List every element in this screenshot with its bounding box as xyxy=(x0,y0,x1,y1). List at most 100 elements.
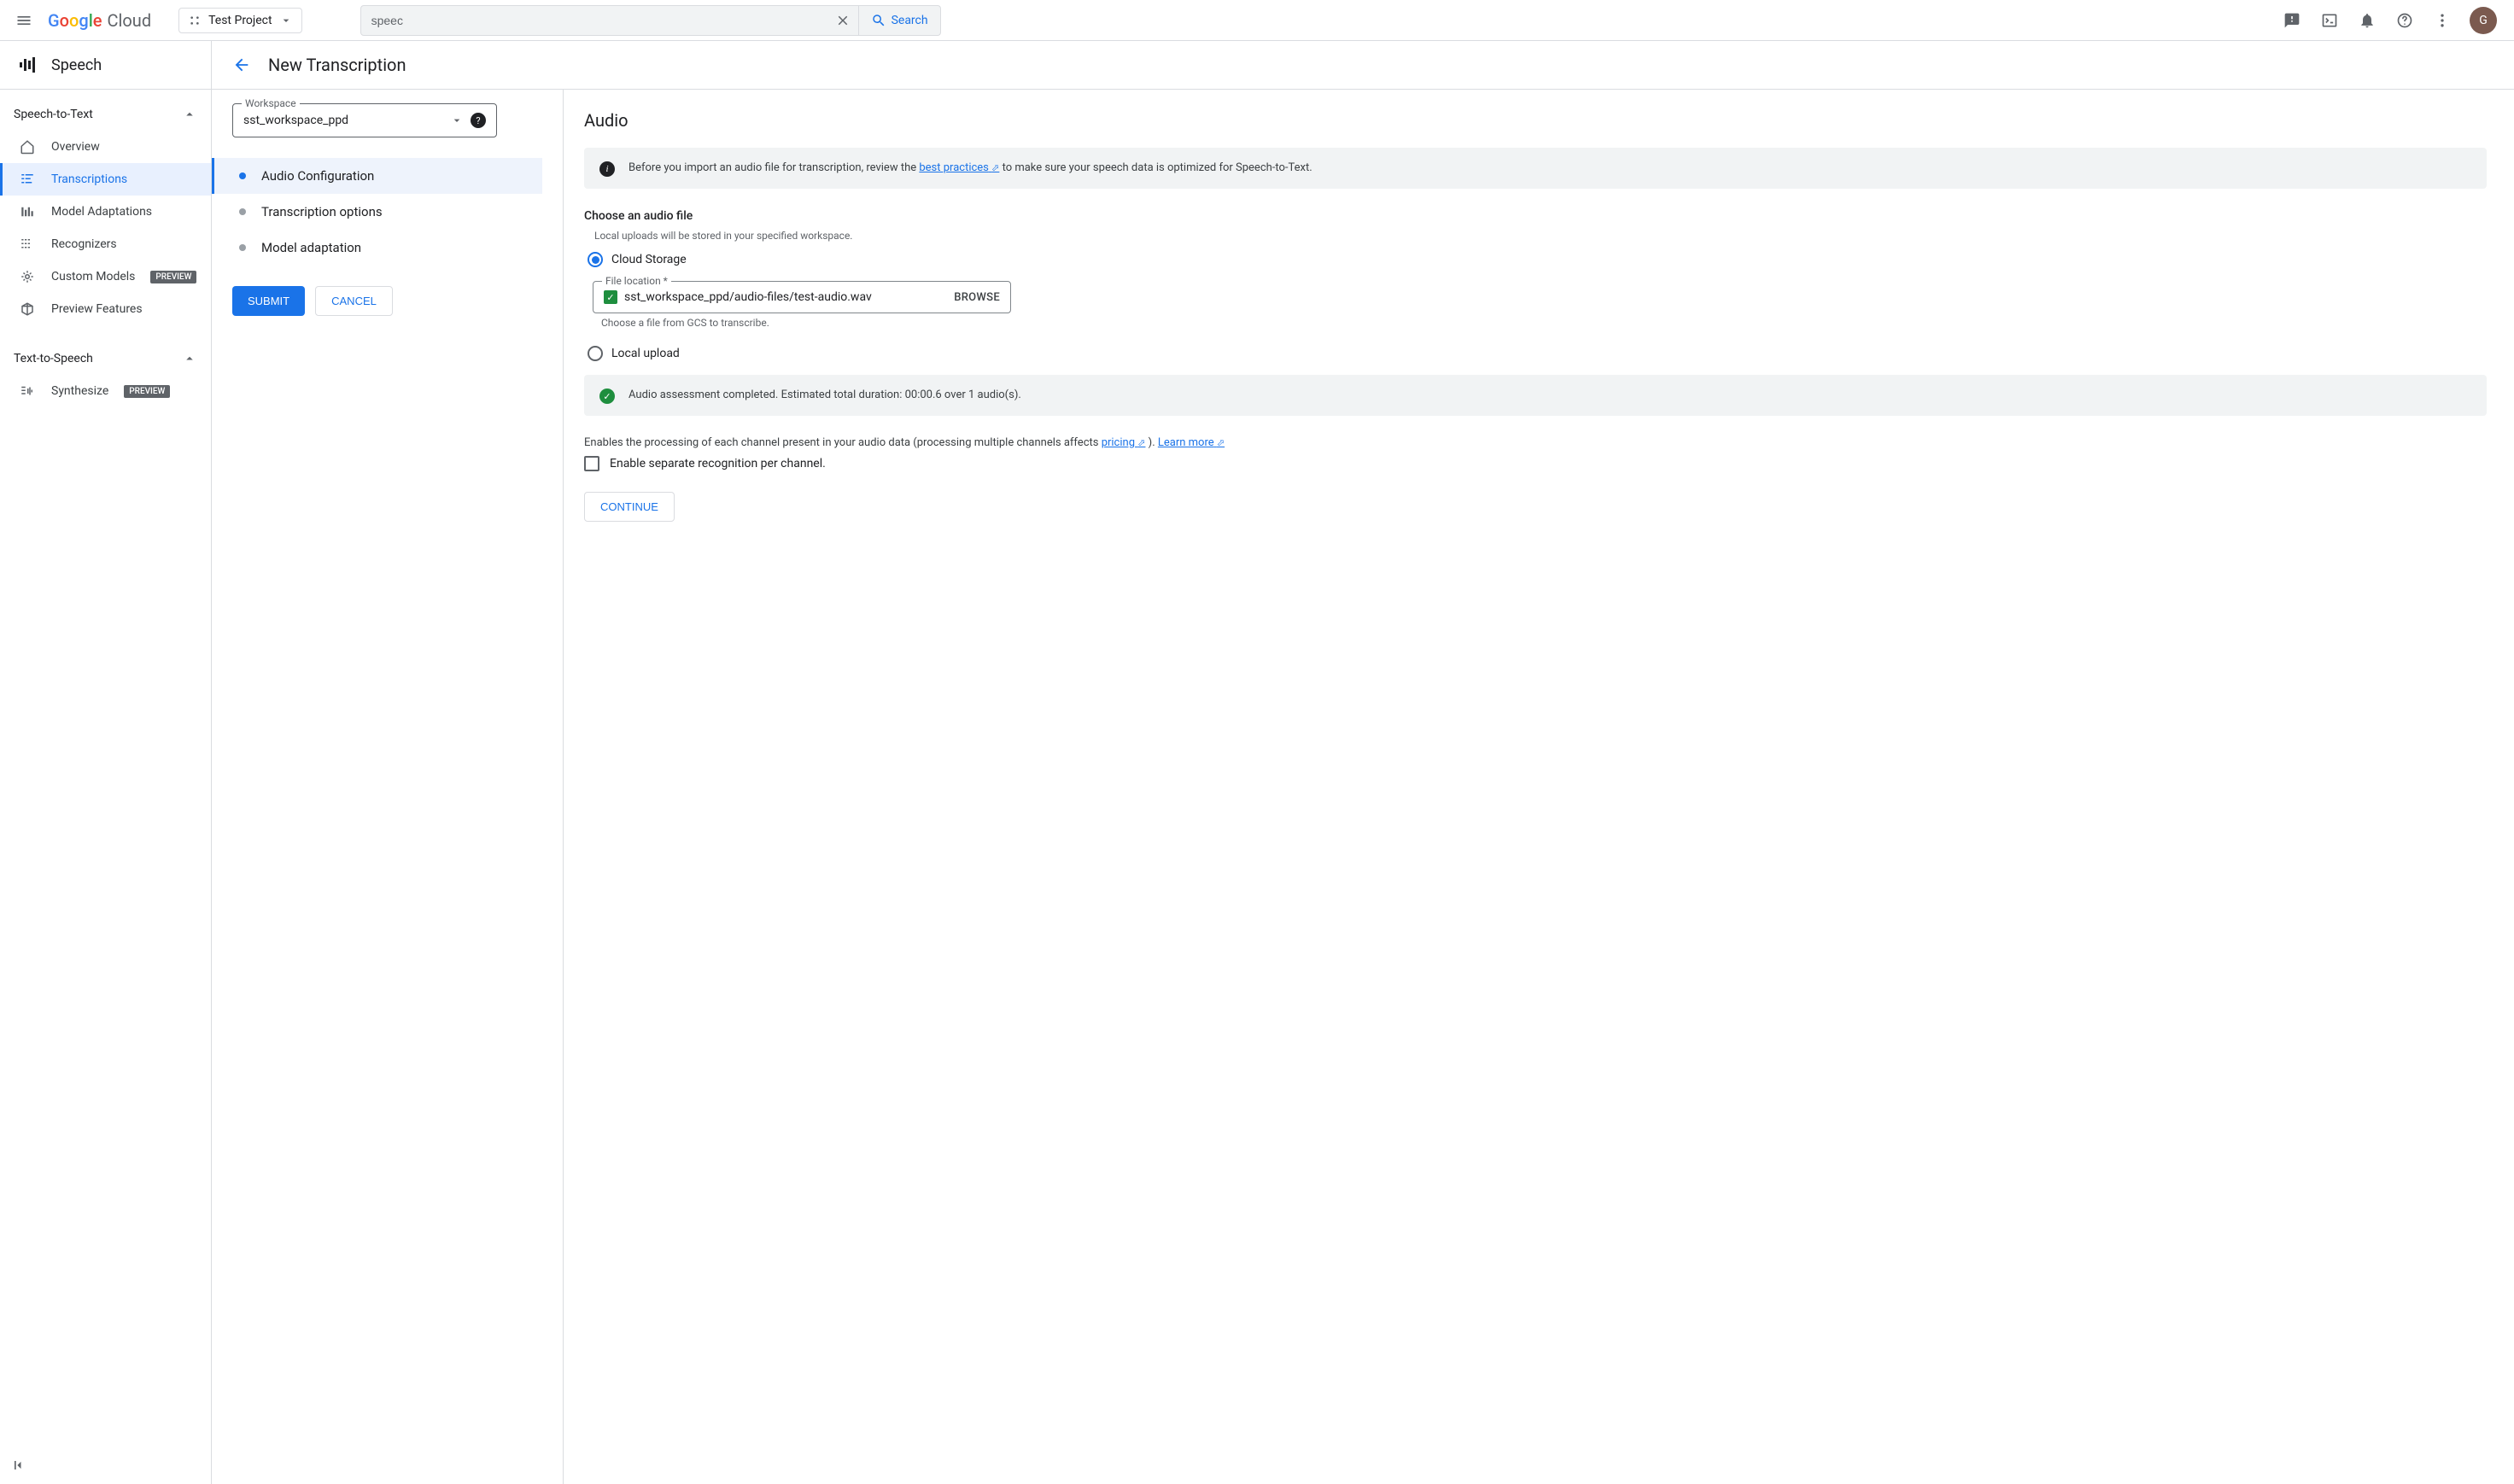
step-label: Audio Configuration xyxy=(261,168,374,184)
synthesize-icon xyxy=(19,383,36,399)
chevron-down-icon xyxy=(450,114,464,127)
pricing-link[interactable]: pricing ⬀ xyxy=(1102,436,1146,449)
choose-hint: Local uploads will be stored in your spe… xyxy=(594,230,2487,242)
step-dot-icon xyxy=(239,244,246,251)
workspace-select[interactable]: Workspace sst_workspace_ppd ? xyxy=(232,103,497,137)
step-label: Transcription options xyxy=(261,204,383,219)
radio-icon xyxy=(588,252,603,267)
choose-audio-title: Choose an audio file xyxy=(584,209,2487,223)
sidebar-title: Speech xyxy=(51,56,102,74)
preview-badge: PREVIEW xyxy=(150,271,196,283)
sidebar-item-custom-models[interactable]: Custom Models PREVIEW xyxy=(0,260,211,293)
adaptations-icon xyxy=(19,204,36,219)
home-icon xyxy=(19,139,36,155)
workspace-value: sst_workspace_ppd xyxy=(243,114,450,127)
info-icon: i xyxy=(599,161,615,177)
step-audio-config[interactable]: Audio Configuration xyxy=(212,158,542,194)
submit-button[interactable]: SUBMIT xyxy=(232,286,305,316)
section-text-to-speech[interactable]: Text-to-Speech xyxy=(0,342,211,375)
hamburger-menu-icon[interactable] xyxy=(14,10,34,31)
cancel-button[interactable]: CANCEL xyxy=(315,286,393,316)
search-label: Search xyxy=(892,14,928,27)
browse-button[interactable]: BROWSE xyxy=(954,291,1000,304)
success-icon: ✓ xyxy=(599,389,615,404)
checkbox-label: Enable separate recognition per channel. xyxy=(610,457,826,470)
section-speech-to-text[interactable]: Speech-to-Text xyxy=(0,98,211,131)
search-box: Search xyxy=(360,5,941,36)
back-arrow-icon[interactable] xyxy=(232,56,251,74)
main: New Transcription Workspace sst_workspac… xyxy=(212,41,2514,1484)
sidebar-item-label: Transcriptions xyxy=(51,172,127,186)
learn-more-link[interactable]: Learn more ⬀ xyxy=(1158,436,1225,449)
step-dot-icon xyxy=(239,172,246,179)
google-cloud-logo[interactable]: Google Cloud xyxy=(48,10,151,31)
sidebar-item-label: Preview Features xyxy=(51,302,143,316)
preview-badge: PREVIEW xyxy=(124,385,170,398)
assessment-box: ✓ Audio assessment completed. Estimated … xyxy=(584,375,2487,416)
avatar[interactable]: G xyxy=(2470,7,2497,34)
speech-icon xyxy=(17,55,38,75)
main-header: New Transcription xyxy=(212,41,2514,90)
sidebar-item-synthesize[interactable]: Synthesize PREVIEW xyxy=(0,375,211,407)
file-location-value: sst_workspace_ppd/audio-files/test-audio… xyxy=(624,290,954,304)
project-picker[interactable]: Test Project xyxy=(178,8,301,33)
sidebar-item-overview[interactable]: Overview xyxy=(0,131,211,163)
radio-label: Local upload xyxy=(611,347,680,360)
chevron-up-icon xyxy=(182,107,197,122)
external-link-icon: ⬀ xyxy=(991,162,999,173)
page-title: New Transcription xyxy=(268,55,406,75)
check-icon: ✓ xyxy=(604,290,617,304)
step-column: Workspace sst_workspace_ppd ? Audio Conf… xyxy=(212,90,564,1484)
cloud-shell-icon[interactable] xyxy=(2319,10,2340,31)
content: Audio i Before you import an audio file … xyxy=(564,90,2514,1484)
separate-channel-checkbox[interactable]: Enable separate recognition per channel. xyxy=(584,456,2487,471)
sidebar-header: Speech xyxy=(0,41,211,90)
step-transcription-options[interactable]: Transcription options xyxy=(232,194,542,230)
sidebar-item-recognizers[interactable]: Recognizers xyxy=(0,228,211,260)
info-box: i Before you import an audio file for tr… xyxy=(584,148,2487,189)
external-link-icon: ⬀ xyxy=(1217,437,1225,448)
project-name: Test Project xyxy=(208,14,272,27)
help-icon[interactable] xyxy=(2394,10,2415,31)
recognizers-icon xyxy=(19,237,36,252)
sidebar-item-label: Overview xyxy=(51,140,100,154)
sidebar: Speech Speech-to-Text Overview Transcrip… xyxy=(0,41,212,1484)
sidebar-item-label: Recognizers xyxy=(51,237,117,251)
app-header: Google Cloud Test Project Search G xyxy=(0,0,2514,41)
sidebar-collapse-icon[interactable] xyxy=(10,1457,27,1474)
search-input[interactable] xyxy=(361,14,828,27)
sidebar-item-label: Custom Models xyxy=(51,270,135,283)
search-button[interactable]: Search xyxy=(859,6,940,35)
custom-models-icon xyxy=(19,269,36,284)
search-clear-icon[interactable] xyxy=(828,6,859,35)
transcriptions-icon xyxy=(19,172,36,187)
sidebar-item-preview-features[interactable]: Preview Features xyxy=(0,293,211,325)
chevron-up-icon xyxy=(182,351,197,366)
sidebar-item-model-adaptations[interactable]: Model Adaptations xyxy=(0,196,211,228)
help-icon[interactable]: ? xyxy=(471,113,486,128)
best-practices-link[interactable]: best practices ⬀ xyxy=(919,161,999,174)
more-icon[interactable] xyxy=(2432,10,2453,31)
file-hint: Choose a file from GCS to transcribe. xyxy=(601,317,2487,329)
radio-local-upload[interactable]: Local upload xyxy=(588,346,2487,361)
continue-button[interactable]: CONTINUE xyxy=(584,492,675,522)
channel-text: Enables the processing of each channel p… xyxy=(584,436,2487,449)
radio-label: Cloud Storage xyxy=(611,253,687,266)
radio-cloud-storage[interactable]: Cloud Storage xyxy=(588,252,2487,267)
send-feedback-icon[interactable] xyxy=(2282,10,2302,31)
file-location-field[interactable]: File location * ✓ sst_workspace_ppd/audi… xyxy=(593,281,1011,313)
sidebar-item-transcriptions[interactable]: Transcriptions xyxy=(0,163,211,196)
step-label: Model adaptation xyxy=(261,240,361,255)
header-icons: G xyxy=(2282,7,2500,34)
assessment-text: Audio assessment completed. Estimated to… xyxy=(628,387,1021,404)
preview-features-icon xyxy=(19,301,36,317)
audio-title: Audio xyxy=(584,110,2487,131)
checkbox-icon xyxy=(584,456,599,471)
radio-icon xyxy=(588,346,603,361)
notifications-icon[interactable] xyxy=(2357,10,2377,31)
step-dot-icon xyxy=(239,208,246,215)
sidebar-item-label: Model Adaptations xyxy=(51,205,152,219)
chevron-down-icon xyxy=(279,14,293,27)
step-model-adaptation[interactable]: Model adaptation xyxy=(232,230,542,266)
search-icon xyxy=(871,13,886,28)
